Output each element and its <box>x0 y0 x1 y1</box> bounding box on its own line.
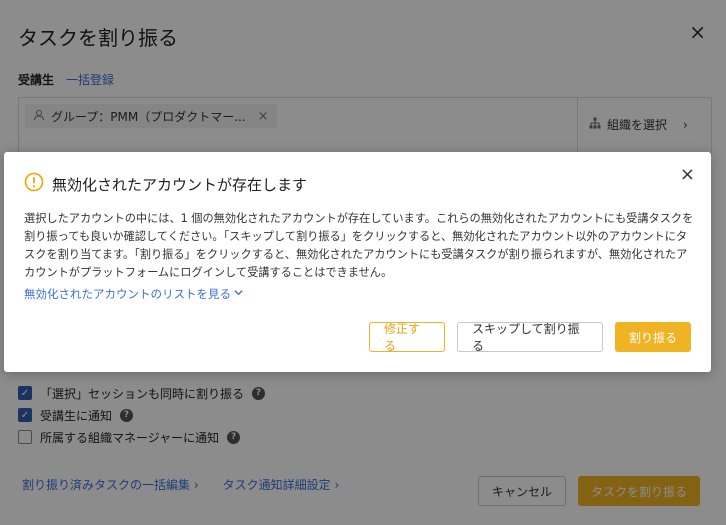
modal-title: 無効化されたアカウントが存在します <box>52 175 308 194</box>
skip-and-assign-button[interactable]: スキップして割り振る <box>457 322 603 353</box>
warning-circle-icon <box>24 172 44 196</box>
page: タスクを割り振る × 受講生 一括登録 グループ：PMM（プロダクトマー... … <box>0 0 726 525</box>
modal-header: 無効化されたアカウントが存在します <box>24 172 307 196</box>
view-disabled-list-link[interactable]: 無効化されたアカウントのリストを見る <box>24 286 244 302</box>
view-disabled-list-label: 無効化されたアカウントのリストを見る <box>24 287 231 301</box>
disabled-accounts-modal: 無効化されたアカウントが存在します × 選択したアカウントの中には、1 個の無効… <box>4 152 711 372</box>
modal-body-text: 選択したアカウントの中には、1 個の無効化されたアカウントが存在しています。これ… <box>24 212 694 279</box>
fix-button[interactable]: 修正する <box>369 322 445 353</box>
modal-close-icon[interactable]: × <box>680 166 695 184</box>
assign-button[interactable]: 割り振る <box>615 322 691 352</box>
modal-actions: 修正する スキップして割り振る 割り振る <box>369 322 691 353</box>
chevron-down-icon <box>233 287 244 301</box>
